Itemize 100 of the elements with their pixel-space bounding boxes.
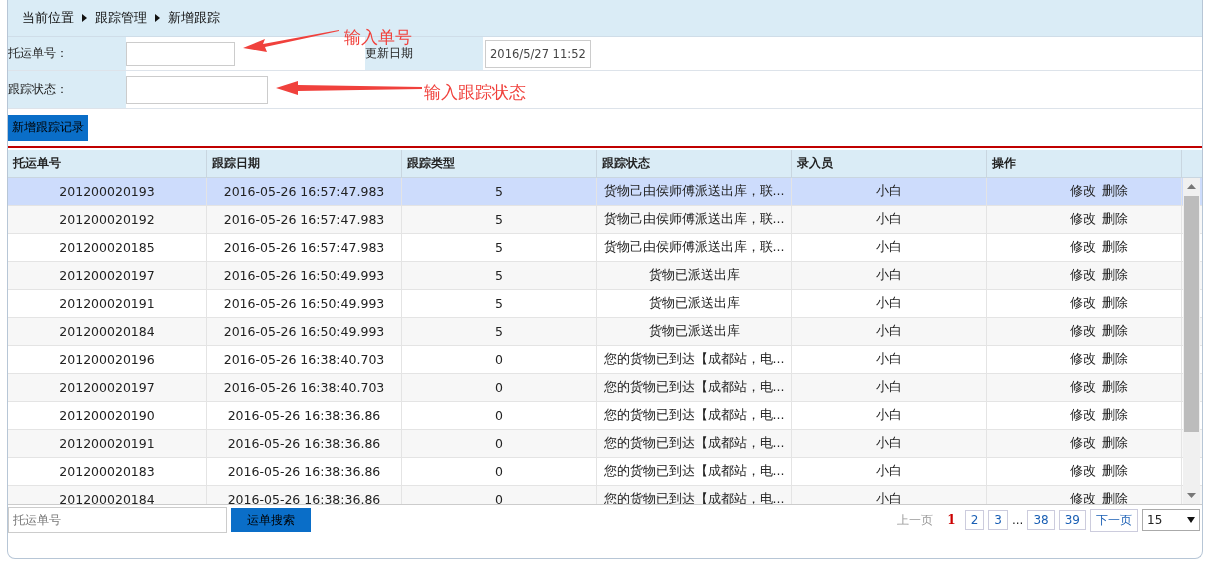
table-cell: 2016-05-26 16:50:49.993 — [223, 268, 385, 283]
next-page-link[interactable]: 下一页 — [1090, 508, 1138, 532]
table-cell: 2016-05-26 16:50:49.993 — [223, 324, 385, 339]
delete-link[interactable]: 删除 — [1102, 267, 1128, 284]
table-row[interactable]: 201200020193 2016-05-26 16:57:47.983 5 货物己由侯师傅派送出库，联... 小白 修改 删除 — [8, 178, 1202, 206]
scroll-up-icon[interactable] — [1187, 184, 1196, 189]
page-link[interactable]: 2 — [964, 510, 985, 530]
edit-link[interactable]: 修改 — [1070, 463, 1096, 480]
edit-link[interactable]: 修改 — [1070, 351, 1096, 368]
delete-link[interactable]: 删除 — [1102, 211, 1128, 228]
page-link[interactable]: 1 — [942, 511, 961, 529]
table-cell: 0 — [495, 464, 503, 479]
table-cell: 0 — [495, 352, 503, 367]
delete-link[interactable]: 删除 — [1102, 239, 1128, 256]
edit-link[interactable]: 修改 — [1070, 211, 1096, 228]
table-row[interactable]: 201200020184 2016-05-26 16:50:49.993 5 货物已派送出库 小白 修改 删除 — [8, 318, 1202, 346]
edit-link[interactable]: 修改 — [1070, 295, 1096, 312]
page-link[interactable]: 39 — [1058, 510, 1086, 530]
table-cell: 201200020197 — [59, 268, 155, 283]
table-row[interactable]: 201200020191 2016-05-26 16:38:36.86 0 您的货物已到达【成都站，电... 小白 修改 删除 — [8, 430, 1202, 458]
table-row[interactable]: 201200020197 2016-05-26 16:38:40.703 0 您的货物已到达【成都站，电... 小白 修改 删除 — [8, 374, 1202, 402]
table-row[interactable]: 201200020190 2016-05-26 16:38:36.86 0 您的货物已到达【成都站，电... 小白 修改 删除 — [8, 402, 1202, 430]
table-row[interactable]: 201200020191 2016-05-26 16:50:49.993 5 货物已派送出库 小白 修改 删除 — [8, 290, 1202, 318]
dropdown-caret-icon — [1187, 517, 1195, 523]
column-header: 跟踪日期 — [207, 150, 402, 177]
breadcrumb-item: 新增跟踪 — [168, 9, 220, 27]
search-button[interactable]: 运单搜索 — [231, 508, 311, 532]
column-header: 跟踪类型 — [402, 150, 597, 177]
table-cell: 201200020191 — [59, 436, 155, 451]
waybill-input[interactable] — [126, 41, 235, 66]
delete-link[interactable]: 删除 — [1102, 407, 1128, 424]
edit-link[interactable]: 修改 — [1070, 435, 1096, 452]
waybill-search-field[interactable]: 托运单号 — [8, 507, 227, 533]
field-label: 托运单号： — [8, 46, 68, 61]
table-row[interactable]: 201200020197 2016-05-26 16:50:49.993 5 货物已派送出库 小白 修改 删除 — [8, 262, 1202, 290]
date-field[interactable]: 2016/5/27 11:52 — [485, 39, 591, 68]
table-cell: 0 — [495, 408, 503, 423]
table-cell: 货物己由侯师傅派送出库，联... — [603, 183, 785, 200]
delete-link[interactable]: 删除 — [1102, 463, 1128, 480]
breadcrumb-arrow-icon — [155, 14, 160, 22]
add-record-button[interactable]: 新增跟踪记录 — [8, 114, 88, 141]
table-cell: 201200020184 — [59, 492, 155, 504]
scroll-down-icon[interactable] — [1187, 493, 1196, 498]
table-cell: 货物已派送出库 — [648, 267, 740, 284]
table-cell: 5 — [495, 296, 503, 311]
table-cell: 小白 — [876, 435, 902, 452]
table-cell: 5 — [495, 268, 503, 283]
table-cell: 0 — [495, 492, 503, 504]
delete-link[interactable]: 删除 — [1102, 323, 1128, 340]
table-cell: 货物己由侯师傅派送出库，联... — [603, 239, 785, 256]
edit-link[interactable]: 修改 — [1070, 239, 1096, 256]
table-cell: 小白 — [876, 379, 902, 396]
table-cell: 201200020191 — [59, 296, 155, 311]
delete-link[interactable]: 删除 — [1102, 435, 1128, 452]
table-cell: 201200020184 — [59, 324, 155, 339]
table-cell: 201200020183 — [59, 464, 155, 479]
table-cell: 您的货物已到达【成都站，电... — [603, 379, 785, 396]
table-cell: 5 — [495, 240, 503, 255]
page-link[interactable]: 38 — [1027, 510, 1055, 530]
table-row[interactable]: 201200020196 2016-05-26 16:38:40.703 0 您的货物已到达【成都站，电... 小白 修改 删除 — [8, 346, 1202, 374]
edit-link[interactable]: 修改 — [1070, 379, 1096, 396]
table-cell: 2016-05-26 16:38:40.703 — [223, 352, 385, 367]
column-header: 操作 — [987, 150, 1182, 177]
delete-link[interactable]: 删除 — [1102, 491, 1128, 504]
field-label: 跟踪状态： — [8, 82, 68, 97]
delete-link[interactable]: 删除 — [1102, 295, 1128, 312]
delete-link[interactable]: 删除 — [1102, 351, 1128, 368]
table-cell: 5 — [495, 184, 503, 199]
field-label: 更新日期 — [365, 46, 413, 61]
table-row[interactable]: 201200020183 2016-05-26 16:38:36.86 0 您的货物已到达【成都站，电... 小白 修改 删除 — [8, 458, 1202, 486]
table-cell: 2016-05-26 16:57:47.983 — [223, 212, 385, 227]
scrollbar[interactable] — [1183, 178, 1200, 504]
table-cell: 201200020196 — [59, 352, 155, 367]
status-input[interactable] — [126, 75, 268, 104]
table-cell: 2016-05-26 16:38:40.703 — [223, 380, 385, 395]
edit-link[interactable]: 修改 — [1070, 267, 1096, 284]
column-header: 托运单号 — [8, 150, 207, 177]
table-cell: 2016-05-26 16:50:49.993 — [223, 296, 385, 311]
edit-link[interactable]: 修改 — [1070, 323, 1096, 340]
table-cell: 2016-05-26 16:38:36.86 — [227, 492, 381, 504]
table-cell: 您的货物已到达【成都站，电... — [603, 463, 785, 480]
table-row[interactable]: 201200020185 2016-05-26 16:57:47.983 5 货物己由侯师傅派送出库，联... 小白 修改 删除 — [8, 234, 1202, 262]
edit-link[interactable]: 修改 — [1070, 183, 1096, 200]
page-link[interactable]: 3 — [988, 510, 1008, 530]
table-cell: 小白 — [876, 351, 902, 368]
page-size-select[interactable]: 15 — [1142, 509, 1200, 531]
table-cell: 小白 — [876, 295, 902, 312]
edit-link[interactable]: 修改 — [1070, 407, 1096, 424]
table-cell: 您的货物已到达【成都站，电... — [603, 435, 785, 452]
table-row[interactable]: 201200020192 2016-05-26 16:57:47.983 5 货物己由侯师傅派送出库，联... 小白 修改 删除 — [8, 206, 1202, 234]
table-cell: 小白 — [876, 239, 902, 256]
table-cell: 货物已派送出库 — [648, 295, 740, 312]
delete-link[interactable]: 删除 — [1102, 183, 1128, 200]
table-cell: 201200020197 — [59, 380, 155, 395]
table-cell: 2016-05-26 16:57:47.983 — [223, 184, 385, 199]
breadcrumb-item: 跟踪管理 — [95, 9, 147, 27]
table-cell: 201200020192 — [59, 212, 155, 227]
table-cell: 小白 — [876, 407, 902, 424]
delete-link[interactable]: 删除 — [1102, 379, 1128, 396]
breadcrumb-item: 当前位置 — [22, 9, 74, 27]
